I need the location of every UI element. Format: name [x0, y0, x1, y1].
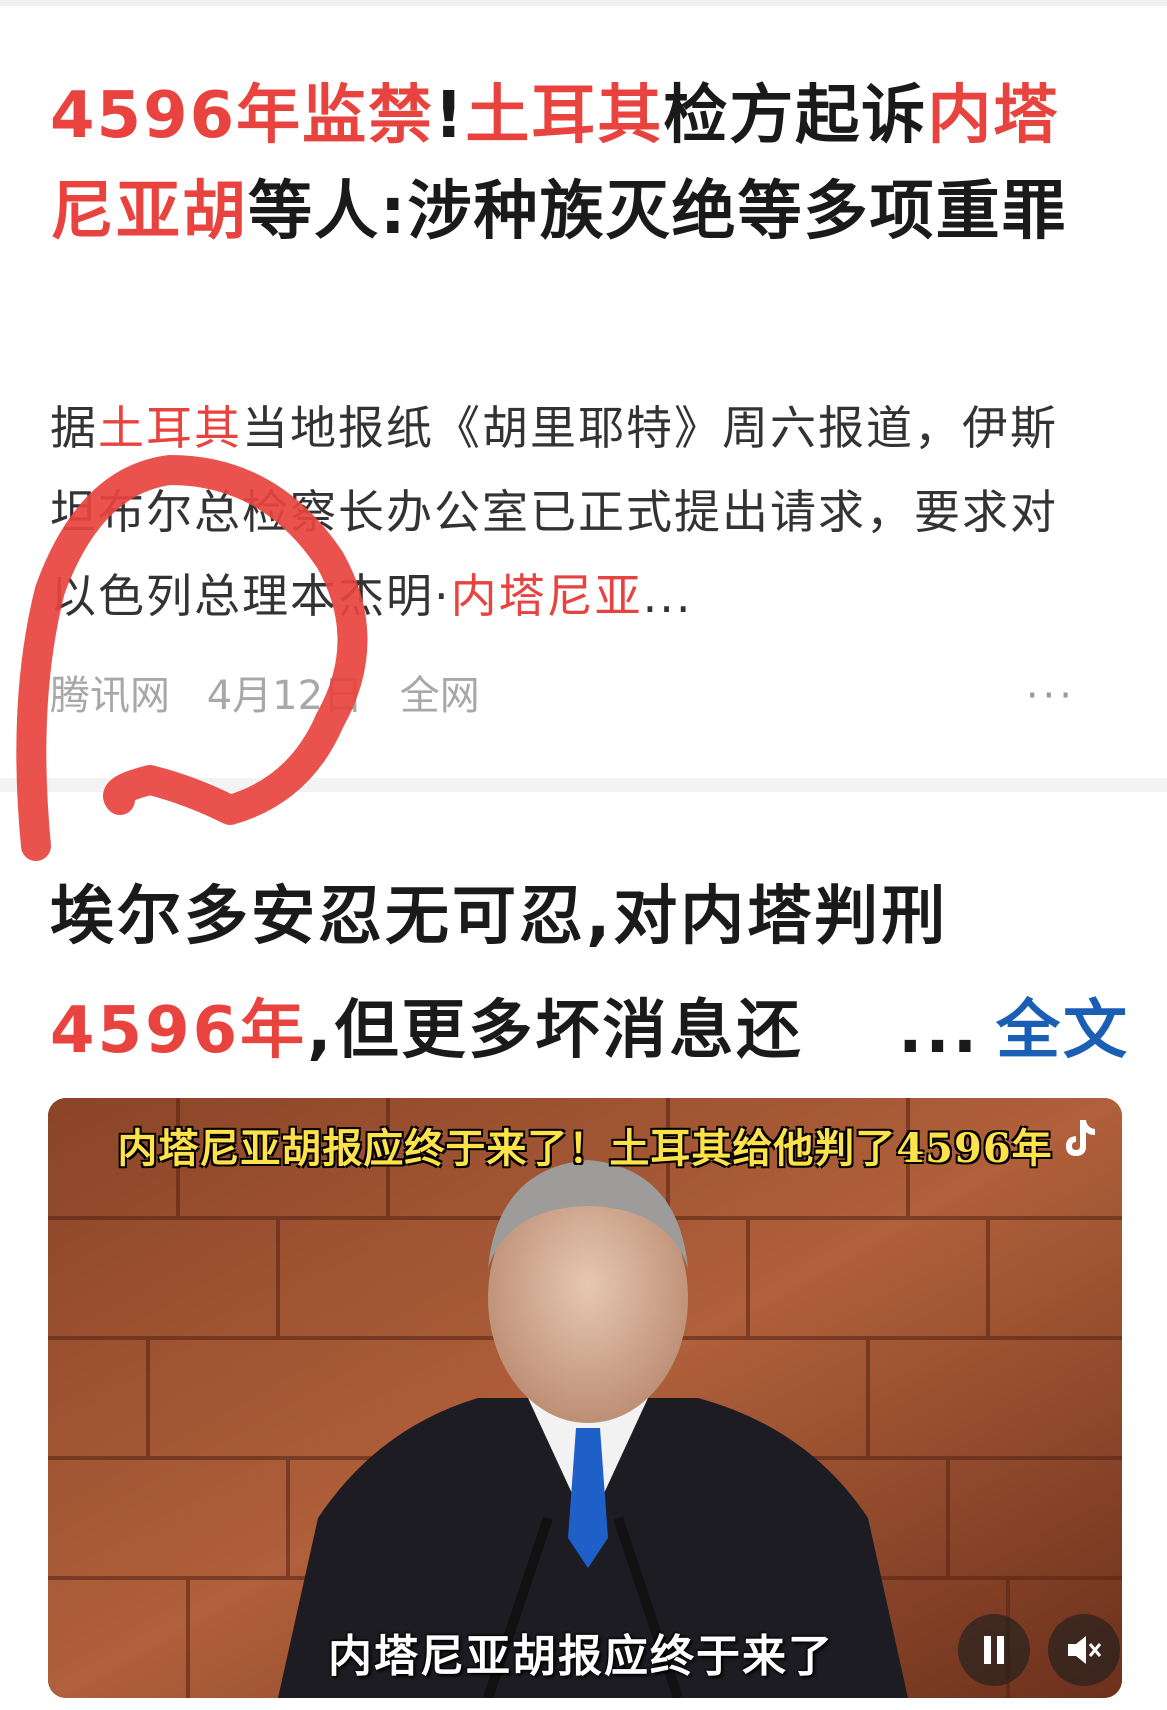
headline-line1: 埃尔多安忍无可忍,对内塔判刑 [50, 880, 949, 954]
scope-label: 全网 [399, 673, 480, 719]
snippet-part: ... [642, 569, 693, 623]
news-card-1[interactable]: 4596年监禁!土耳其检方起诉内塔尼亚胡等人:涉种族灭绝等多项重罪 据土耳其当地… [0, 6, 1167, 776]
snippet-part: 据 [50, 401, 98, 455]
video-frame [48, 1098, 1122, 1698]
headline-part: 土耳其 [465, 79, 664, 153]
video-caption-bottom: 内塔尼亚胡报应终于来了 [328, 1631, 834, 1682]
card-divider [0, 778, 1167, 792]
headline-part: ! [434, 79, 466, 153]
headline-highlight: 4596年 [50, 994, 308, 1068]
headline-line2: 4596年,但更多坏消息还 ... 全文 [50, 974, 1130, 1088]
mute-button[interactable] [1048, 1614, 1120, 1686]
source-label[interactable]: 腾讯网 [50, 673, 170, 719]
headline-rest: ,但更多坏消息还 [307, 994, 804, 1068]
headline-part: 4596年监禁 [50, 79, 435, 153]
headline-part: 等人:涉种族灭绝等多项重罪 [248, 175, 1068, 249]
pause-icon [984, 1636, 1004, 1664]
more-icon[interactable]: ··· [1026, 666, 1076, 726]
article2-headline[interactable]: 埃尔多安忍无可忍,对内塔判刑 4596年,但更多坏消息还 ... 全文 [50, 860, 1130, 1088]
headline-part: 检方起诉 [663, 79, 928, 153]
headline-ellipsis: ... [898, 994, 980, 1068]
article1-headline[interactable]: 4596年监禁!土耳其检方起诉内塔尼亚胡等人:涉种族灭绝等多项重罪 [50, 68, 1110, 260]
article1-meta: 腾讯网 4月12日 全网 ··· [50, 666, 1120, 726]
snippet-part: 土耳其 [98, 401, 242, 455]
video-caption-top: 内塔尼亚胡报应终于来了！土耳其给他判了4596年 [117, 1125, 1053, 1172]
article1-snippet: 据土耳其当地报纸《胡里耶特》周六报道，伊斯坦布尔总检察长办公室已正式提出请求，要… [50, 386, 1100, 638]
date-label: 4月12日 [206, 673, 364, 719]
mute-icon [1068, 1636, 1102, 1664]
tiktok-icon [1066, 1120, 1095, 1156]
video-player[interactable]: 内塔尼亚胡报应终于来了！土耳其给他判了4596年 内塔尼亚胡报应终于来了 [48, 1098, 1122, 1698]
snippet-part: 内塔尼亚 [450, 569, 643, 623]
fulltext-link[interactable]: 全文 [996, 974, 1130, 1088]
pause-button[interactable] [958, 1614, 1030, 1686]
